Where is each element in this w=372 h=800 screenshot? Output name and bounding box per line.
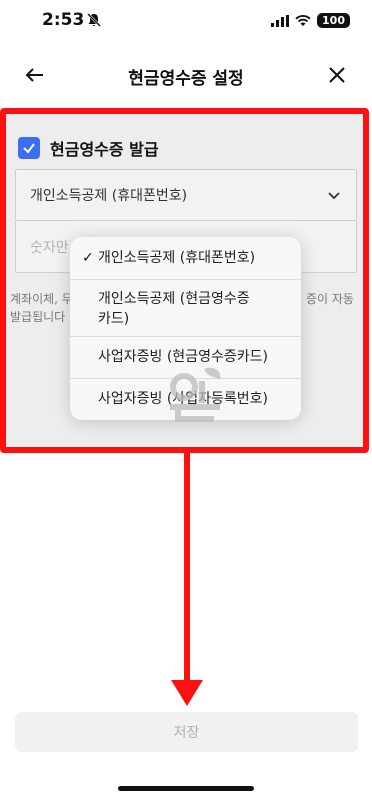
save-button[interactable]: 저장 (15, 712, 358, 752)
option-label-line-2: 카드) (98, 311, 130, 327)
receipt-type-select[interactable]: 개인소득공제 (휴대폰번호) (15, 169, 357, 221)
home-indicator (118, 786, 254, 791)
close-icon[interactable] (324, 62, 350, 88)
bell-off-icon (87, 13, 101, 27)
battery-indicator: 100 (317, 13, 350, 28)
dropdown-option-personal-phone[interactable]: ✓ 개인소득공제 (휴대폰번호) (70, 237, 301, 279)
receipt-type-value: 개인소득공제 (휴대폰번호) (30, 188, 188, 204)
status-time: 2:53 (42, 10, 85, 30)
annotation-arrow (184, 453, 190, 687)
page-title: 현금영수증 설정 (128, 69, 244, 89)
check-icon (23, 143, 35, 154)
issue-receipt-label: 현금영수증 발급 (50, 140, 159, 159)
watermark-logo (170, 367, 221, 422)
option-label: 개인소득공제 (휴대폰번호) (98, 250, 256, 266)
option-label-line-1: 개인소득공제 (현금영수증 (98, 291, 250, 307)
issue-receipt-checkbox-row[interactable]: 현금영수증 발급 (18, 136, 159, 160)
issue-receipt-checkbox[interactable] (18, 137, 40, 159)
info-text: 계좌이체, 무 발급됩니다 (10, 290, 72, 326)
info-text-line-1: 계좌이체, 무 (10, 292, 72, 306)
nav-bar: 현금영수증 설정 (0, 50, 372, 100)
info-text-right: 증이 자동 (306, 292, 354, 306)
dropdown-option-personal-card[interactable]: 개인소득공제 (현금영수증 카드) (70, 280, 301, 336)
signal-icon (271, 14, 290, 27)
annotation-arrow-head (171, 680, 203, 706)
status-bar: 2:53 100 (0, 0, 372, 44)
info-text-line-2: 발급됩니다 (10, 310, 66, 324)
checkmark-icon: ✓ (82, 250, 94, 266)
status-indicators: 100 (271, 13, 350, 28)
chevron-down-icon (328, 192, 340, 200)
wifi-icon (295, 14, 311, 26)
